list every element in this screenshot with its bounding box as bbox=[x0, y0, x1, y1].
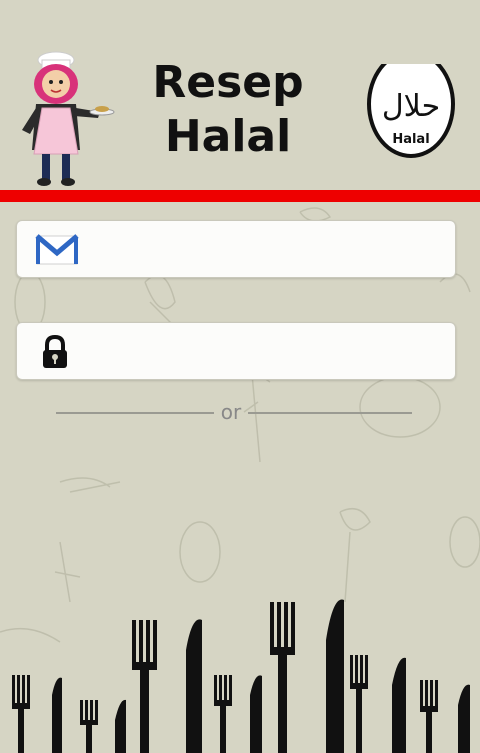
divider-line-left bbox=[56, 412, 214, 414]
halal-logo-badge-icon: حلال bbox=[367, 50, 455, 158]
divider-line-right bbox=[248, 412, 412, 414]
password-input[interactable] bbox=[95, 331, 449, 373]
chef-illustration bbox=[22, 51, 115, 186]
email-field-container[interactable] bbox=[16, 220, 456, 278]
gmail-envelope-icon bbox=[35, 234, 79, 265]
app-title: Resep Halal bbox=[128, 56, 328, 164]
or-separator: or bbox=[220, 400, 242, 424]
padlock-icon bbox=[43, 335, 67, 368]
halal-logo-arabic: حلال bbox=[382, 89, 440, 124]
app-title-line1: Resep bbox=[152, 57, 304, 108]
app-header: Resep Halal حلال Halal bbox=[0, 0, 480, 190]
cutlery-decoration bbox=[12, 599, 470, 753]
password-field-container[interactable] bbox=[16, 322, 456, 380]
header-divider bbox=[0, 190, 480, 202]
halal-logo-label: Halal bbox=[392, 132, 430, 147]
email-input[interactable] bbox=[95, 229, 449, 271]
app-title-line2: Halal bbox=[164, 111, 292, 162]
halal-logo: حلال Halal bbox=[366, 50, 456, 172]
